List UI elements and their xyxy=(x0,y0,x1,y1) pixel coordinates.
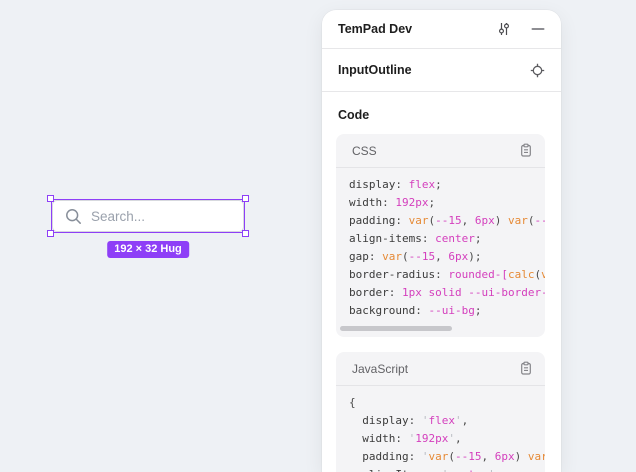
figma-canvas: Search... 192 × 32 Hug TemPad Dev xyxy=(0,0,636,472)
javascript-code[interactable]: { display: 'flex', width: '192px', paddi… xyxy=(336,386,545,472)
css-block-label: CSS xyxy=(352,144,519,158)
selection-handle-bottom-right[interactable] xyxy=(242,230,249,237)
dimension-badge: 192 × 32 Hug xyxy=(107,241,189,258)
copy-css-icon[interactable] xyxy=(519,143,533,158)
component-row: InputOutline xyxy=(322,49,561,92)
selection-handle-top-right[interactable] xyxy=(242,195,249,202)
selection-handle-bottom-left[interactable] xyxy=(47,230,54,237)
copy-javascript-icon[interactable] xyxy=(519,361,533,376)
component-name: InputOutline xyxy=(338,63,530,77)
selected-component[interactable]: Search... 192 × 32 Hug xyxy=(51,199,245,233)
javascript-block-label: JavaScript xyxy=(352,362,519,376)
selection-handle-top-left[interactable] xyxy=(47,195,54,202)
panel-header: TemPad Dev xyxy=(322,10,561,49)
horizontal-scrollbar[interactable] xyxy=(340,326,452,331)
locate-crosshair-icon[interactable] xyxy=(530,63,545,78)
minimize-icon[interactable] xyxy=(531,22,545,36)
preferences-sliders-icon[interactable] xyxy=(497,22,511,36)
css-block-header: CSS xyxy=(336,134,545,168)
css-code[interactable]: display: flex;width: 192px;padding: var(… xyxy=(336,168,545,324)
css-code-block: CSS display: flex;width: 192px;padding: … xyxy=(336,134,545,337)
tempad-dev-panel: TemPad Dev InputOutline xyxy=(322,10,561,472)
code-section-title: Code xyxy=(338,108,545,122)
search-icon xyxy=(65,208,82,225)
javascript-code-block: JavaScript { display: 'flex', width: '19… xyxy=(336,352,545,472)
search-placeholder: Search... xyxy=(91,209,145,224)
panel-title: TemPad Dev xyxy=(338,22,477,36)
javascript-block-header: JavaScript xyxy=(336,352,545,386)
search-input[interactable]: Search... xyxy=(52,200,244,232)
